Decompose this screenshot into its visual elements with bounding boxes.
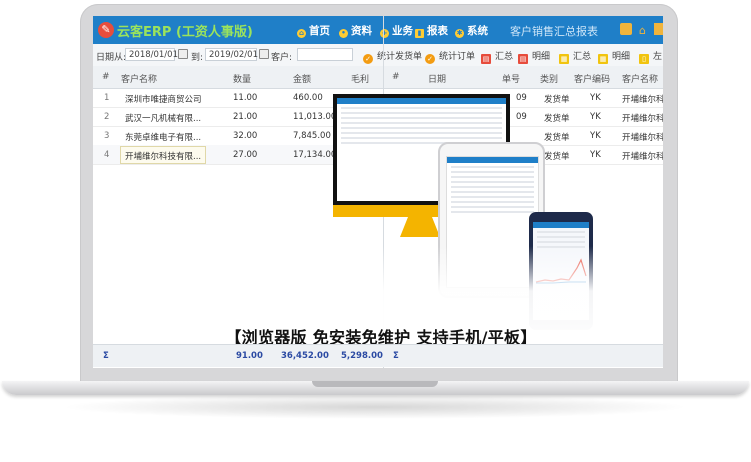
col-customer-code[interactable]: 客户编码 — [574, 72, 610, 85]
col-doc-no[interactable]: 单号 — [502, 72, 520, 85]
col-index: # — [392, 72, 400, 82]
col-index: # — [102, 72, 110, 82]
grid-header: # 日期 单号 类别 客户编码 客户名称 — [384, 66, 663, 89]
col-profit[interactable]: 毛利 — [351, 72, 369, 85]
sum-icon: Σ — [103, 351, 109, 361]
monitor-neck — [400, 217, 440, 237]
total-amount: 36,452.00 — [281, 351, 329, 361]
col-customer-name[interactable]: 客户名称 — [622, 72, 658, 85]
total-quantity: 91.00 — [236, 351, 263, 361]
sum-icon: Σ — [393, 351, 399, 361]
col-amount[interactable]: 金额 — [293, 72, 311, 85]
col-customer-name[interactable]: 客户名称 — [121, 72, 157, 85]
col-date[interactable]: 日期 — [428, 72, 446, 85]
total-profit: 5,298.00 — [341, 351, 383, 361]
col-type[interactable]: 类别 — [540, 72, 558, 85]
totals-row: Σ 91.00 36,452.00 5,298.00 Σ — [93, 344, 663, 367]
grid-header: # 客户名称 数量 金额 毛利 — [93, 66, 383, 89]
col-quantity[interactable]: 数量 — [233, 72, 251, 85]
laptop-screen: ✎ 云客ERP (工资人事版) ⌂ 首页 • 资料 + 业务 ▮ 报表 ✱ 系统 客户销售… — [93, 16, 663, 368]
laptop-shadow — [60, 395, 690, 419]
laptop-notch — [312, 381, 438, 387]
